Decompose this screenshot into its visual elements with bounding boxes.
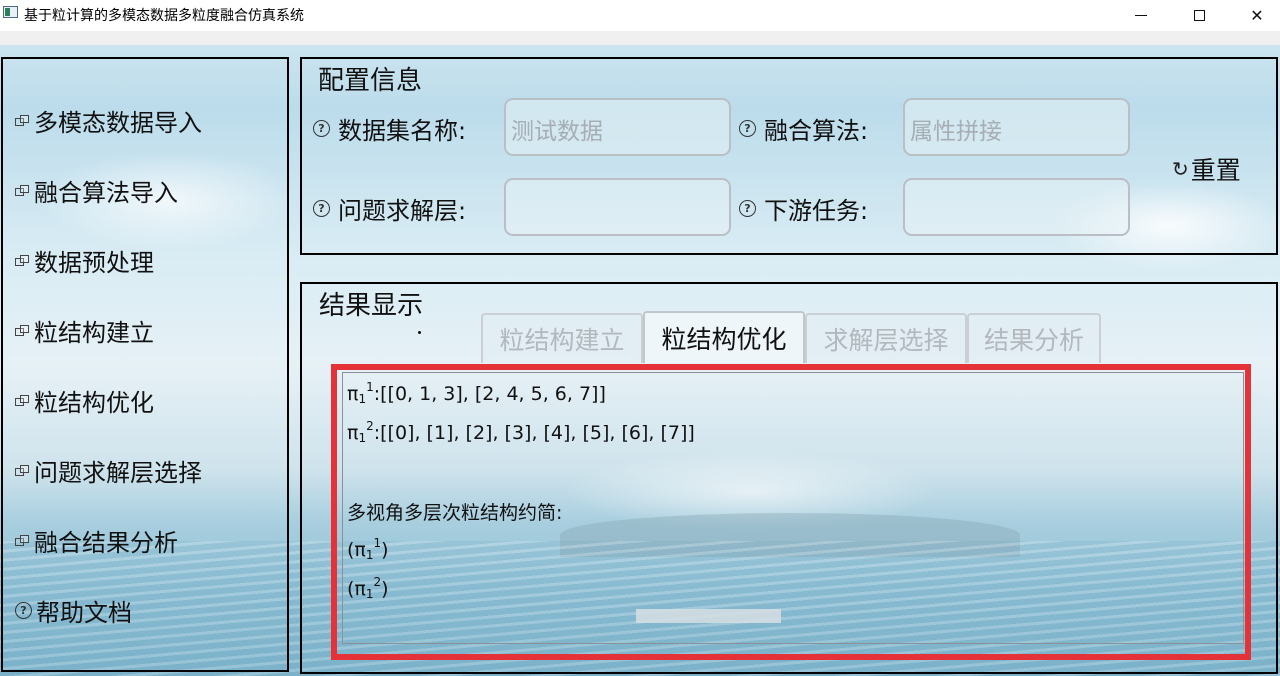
help-icon[interactable]: ? [739,120,756,137]
app-icon [3,6,18,18]
sidebar-item-label: 融合算法导入 [34,179,178,207]
sidebar-item-granule-build[interactable]: 粒结构建立 [15,313,154,348]
sidebar-item-result-analysis[interactable]: 融合结果分析 [15,523,178,558]
sidebar-item-layer-select[interactable]: 问题求解层选择 [15,453,202,488]
sidebar-item-label: 粒结构优化 [34,389,154,417]
dot-artifact [418,331,421,334]
close-button[interactable]: ✕ [1234,0,1280,31]
sidebar-item-granule-optimize[interactable]: 粒结构优化 [15,383,154,418]
sidebar-item-label: 融合结果分析 [34,529,178,557]
restore-window-icon [15,184,30,197]
sidebar-item-label: 数据预处理 [34,249,154,277]
restore-window-icon [15,324,30,337]
dataset-label: ? 数据集名称: [313,111,466,146]
tab-result-analysis[interactable]: 结果分析 [967,313,1101,363]
maximize-icon [1193,10,1205,21]
sidebar-nav: 多模态数据导入 融合算法导入 数据预处理 粒结构建立 粒结构优化 问题求解层选择… [1,57,289,672]
sidebar-item-label: 粒结构建立 [34,319,154,347]
tab-granule-optimize[interactable]: 粒结构优化 [643,311,805,363]
reset-button[interactable]: ↻ 重置 [1172,151,1241,187]
results-title: 结果显示 [319,291,424,321]
fusion-algorithm-input[interactable] [903,98,1130,156]
layer-label-text: 问题求解层: [338,197,467,225]
help-icon[interactable]: ? [739,200,756,217]
dataset-label-text: 数据集名称: [338,117,467,145]
refresh-icon: ↻ [1172,157,1189,181]
results-panel: 结果显示 粒结构建立 粒结构优化 求解层选择 结果分析 π11:[[0, 1, … [300,282,1278,674]
sidebar-item-algorithm-import[interactable]: 融合算法导入 [15,173,178,208]
sidebar-item-label: 问题求解层选择 [34,459,202,487]
minimize-button[interactable] [1118,0,1164,31]
help-icon[interactable]: ? [313,200,330,217]
sidebar-item-help[interactable]: ? 帮助文档 [15,593,132,628]
solving-layer-input[interactable] [504,178,731,236]
reset-label: 重置 [1190,156,1241,185]
help-icon: ? [15,602,32,619]
config-panel: 配置信息 ? 数据集名称: ? 融合算法: ? 问题求解层: ? 下游任务: ↻… [300,57,1278,255]
task-label: ? 下游任务: [739,191,868,226]
help-icon[interactable]: ? [313,120,330,137]
task-label-text: 下游任务: [764,197,869,225]
highlight-box [331,364,1251,660]
restore-window-icon [15,114,30,127]
close-icon: ✕ [1250,6,1264,25]
restore-window-icon [15,464,30,477]
title-bar: 基于粒计算的多模态数据多粒度融合仿真系统 ✕ [0,0,1280,31]
config-title: 配置信息 [318,66,423,96]
sidebar-item-preprocessing[interactable]: 数据预处理 [15,243,154,278]
window-title: 基于粒计算的多模态数据多粒度融合仿真系统 [24,8,304,24]
tab-layer-select[interactable]: 求解层选择 [805,313,967,363]
minimize-icon [1135,15,1147,16]
algorithm-label: ? 融合算法: [739,111,868,146]
sidebar-item-data-import[interactable]: 多模态数据导入 [15,103,202,138]
downstream-task-input[interactable] [903,178,1130,236]
restore-window-icon [15,394,30,407]
tab-granule-build[interactable]: 粒结构建立 [481,313,643,363]
maximize-button[interactable] [1176,0,1222,31]
dataset-name-input[interactable] [504,98,731,156]
layer-label: ? 问题求解层: [313,191,466,226]
sidebar-item-label: 帮助文档 [36,599,132,627]
sidebar-item-label: 多模态数据导入 [34,109,202,137]
algorithm-label-text: 融合算法: [764,117,869,145]
restore-window-icon [15,254,30,267]
restore-window-icon [15,534,30,547]
